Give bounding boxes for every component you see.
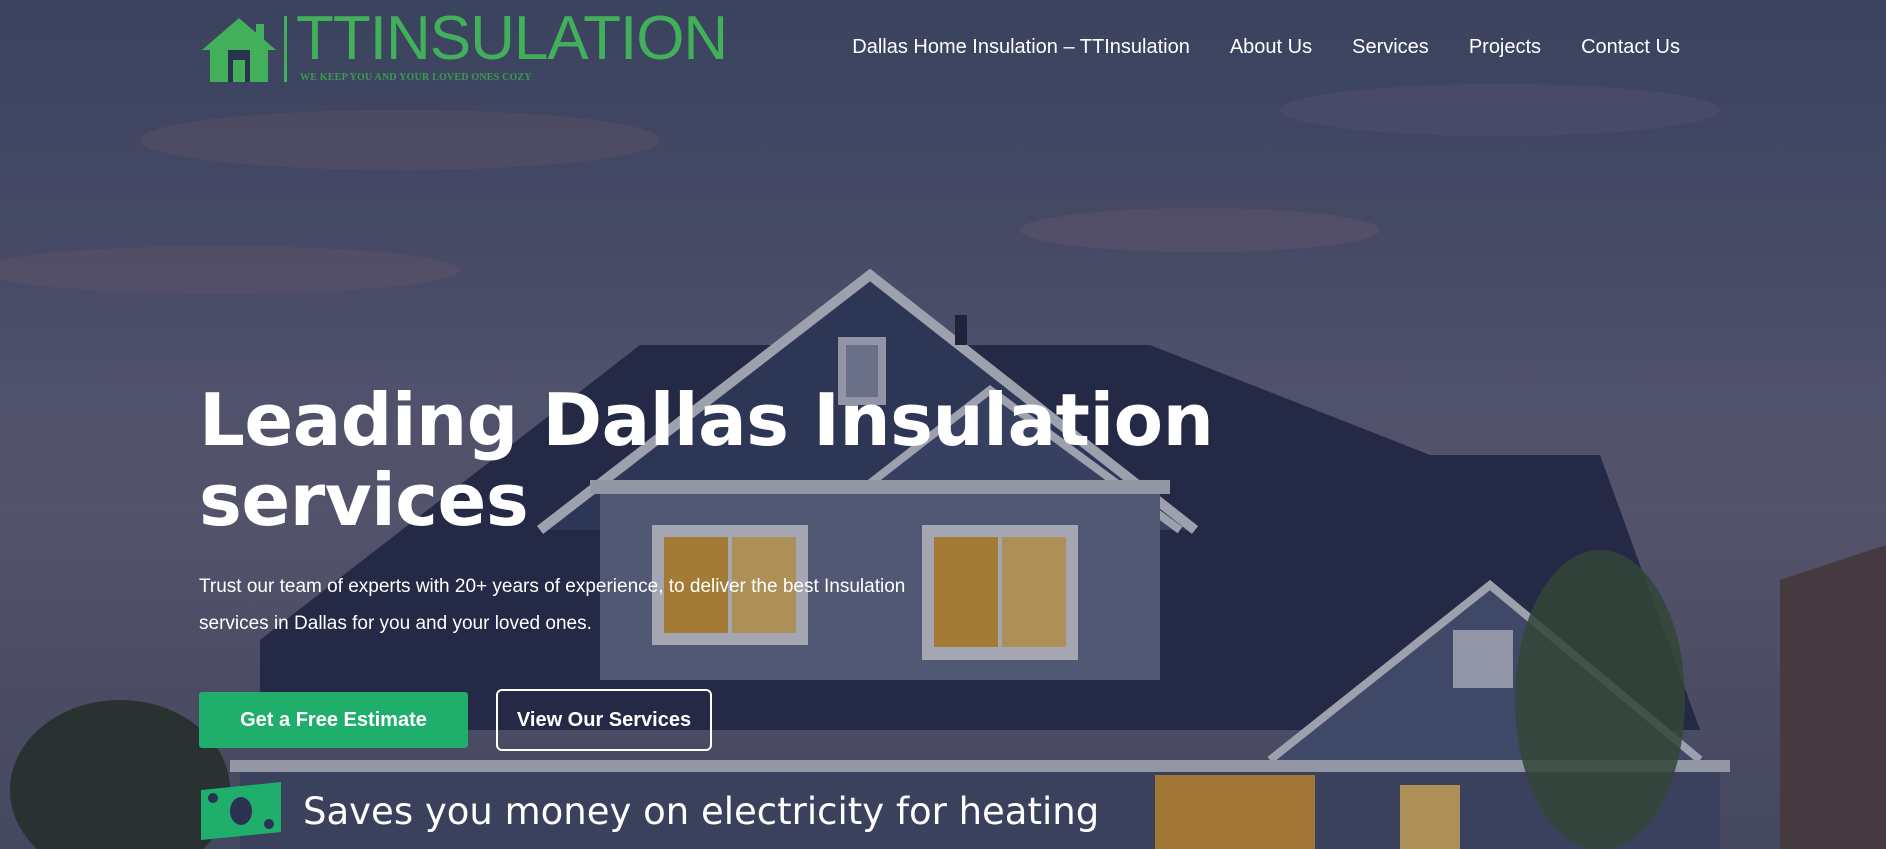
feature-text: Saves you money on electricity for heati… bbox=[303, 789, 1100, 833]
nav-item-about-us[interactable]: About Us bbox=[1230, 36, 1312, 59]
logo-divider bbox=[284, 16, 287, 82]
feature-highlight: Saves you money on electricity for heati… bbox=[199, 780, 1099, 842]
nav-item-projects[interactable]: Projects bbox=[1469, 36, 1541, 59]
nav-item-services[interactable]: Services bbox=[1352, 36, 1429, 59]
get-free-estimate-button[interactable]: Get a Free Estimate bbox=[199, 692, 468, 748]
money-bill-icon bbox=[201, 782, 281, 840]
logo-tagline: WE KEEP YOU AND YOUR LOVED ONES COZY bbox=[300, 72, 532, 83]
hero-subtitle: Trust our team of experts with 20+ years… bbox=[199, 576, 906, 634]
main-nav: Dallas Home Insulation – TTInsulation Ab… bbox=[852, 36, 1680, 59]
logo[interactable]: TTINSULATION WE KEEP YOU AND YOUR LOVED … bbox=[200, 8, 740, 86]
house-logo-icon bbox=[202, 18, 276, 82]
nav-item-contact-us[interactable]: Contact Us bbox=[1581, 36, 1680, 59]
logo-title: TTINSULATION bbox=[296, 4, 728, 73]
hero-title: Leading Dallas Insulation services bbox=[199, 378, 1214, 542]
view-our-services-button[interactable]: View Our Services bbox=[496, 689, 712, 751]
nav-item-home[interactable]: Dallas Home Insulation – TTInsulation bbox=[852, 36, 1190, 59]
